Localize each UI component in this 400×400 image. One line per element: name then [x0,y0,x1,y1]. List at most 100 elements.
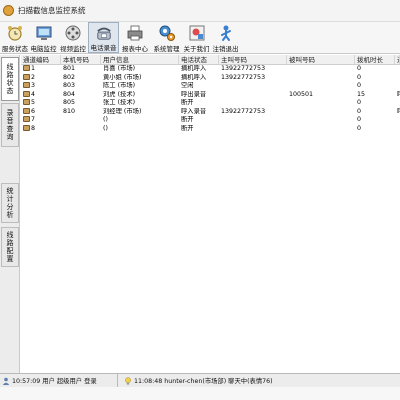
table-cell [287,82,355,91]
phone-line-icon [23,116,30,122]
tab-line-status[interactable]: 线路状态 [1,57,19,101]
monitor-icon [36,26,51,40]
table-cell: 刘经理 (市场) [103,107,142,115]
video-monitor-button[interactable]: 视频监控 [59,22,87,53]
col-header[interactable]: 主叫号码 [219,55,287,64]
table-row[interactable]: 7 () 断开 0 [21,116,400,125]
table-cell: 13922772753 [221,65,266,72]
table-cell: 陈工 (市场) [103,82,136,89]
table-cell: 0 [357,73,362,81]
app-logo-icon [3,5,14,16]
gear-icon [159,25,175,41]
table-cell [219,91,287,100]
col-header[interactable]: 拨机时长 [355,55,395,64]
table-cell: 刘虎 (技术) [103,90,136,98]
table-row[interactable]: 5 805 张工 (技术) 断开 0 [21,99,400,108]
table-row[interactable]: 8 () 断开 0 [21,124,400,134]
table-cell [219,82,287,91]
table-cell: 804 [63,90,76,98]
table-cell: () [103,124,108,132]
table-cell: 空闲 [181,82,194,89]
table-cell: 1 [21,65,61,74]
col-header[interactable]: 本机号码 [61,55,101,64]
table-cell: 810 [63,107,76,115]
status-login-text: 10:57:09 用户 超级用户 登录 [12,378,97,385]
camera-film-icon [65,25,81,41]
bottom-strip [0,387,400,400]
col-header[interactable]: 用户信息 [101,55,179,64]
table-row[interactable]: 4804 刘虎 (技术) 呼出录音 100501 15 呼 [21,90,400,100]
pc-monitor-button[interactable]: 电脑监控 [29,22,58,53]
table-cell [287,74,355,83]
table-cell [61,125,101,134]
table-cell: 呼入录音 [181,107,207,115]
table-cell: 0 [357,107,362,115]
table-cell [219,125,287,134]
table-cell: 0 [357,82,362,89]
alarm-clock-icon [8,26,22,41]
table-cell: 100501 [289,90,314,98]
logout-exit-button[interactable]: 注销退出 [211,22,240,53]
table-cell: 3 [21,82,61,91]
table-cell: 断开 [181,116,194,123]
table-cell: 803 [63,82,76,89]
table-cell: 呼 [395,108,400,117]
col-header[interactable]: 电话状态 [179,55,219,64]
table-cell: 802 [63,73,76,81]
table-cell [61,116,101,125]
status-chat-text: 11:08:48 hunter-chen(市场部) 聊天中(表情76) [134,378,273,385]
table-cell: 摘机呼入 [181,73,207,81]
table-cell: 断开 [181,124,194,132]
table-cell: 张工 (技术) [103,99,136,106]
phone-line-icon [23,73,30,80]
table-cell: 黄小姐 (市场) [103,73,142,81]
table-cell: 呼 [395,91,400,100]
phone-recording-button[interactable]: 电话录音 [88,22,119,53]
table-cell [287,108,355,117]
table-cell: 肖喜 (市场) [103,65,136,72]
status-bar: 10:57:09 用户 超级用户 登录 11:08:48 hunter-chen… [0,373,400,388]
tab-recording-query[interactable]: 录音查询 [1,103,19,147]
system-management-button[interactable]: 系统管理 [151,22,182,53]
phone-line-icon [23,99,30,105]
table-row[interactable]: 2 802 黄小姐 (市场) 摘机呼入 13922772753 0 [21,73,400,83]
table-cell [395,74,400,83]
left-sidebar: 线路状态 录音查询 统计分析 线路配置 [0,55,20,373]
about-icon [189,25,204,41]
table-cell: 4 [21,90,61,100]
table-row[interactable]: 6810 刘经理 (市场) 呼入录音 13922772753 0 呼 [21,107,400,117]
table-body: 1 801 肖喜 (市场) 摘机呼入 13922772753 0 2 802 黄小姐 (市场) 摘… [21,65,400,133]
phone-line-icon [23,82,30,88]
table-cell: 8 [21,124,61,134]
table-cell [395,125,400,134]
table-cell: 13922772753 [221,107,266,115]
table-cell: () [103,116,108,123]
table-row[interactable]: 3 803 陈工 (市场) 空闲 0 [21,82,400,91]
service-status-button[interactable]: 服务状态 [2,22,28,53]
tab-line-config[interactable]: 线路配置 [1,227,19,267]
col-header[interactable]: 通 [395,55,400,64]
about-us-button[interactable]: 关于我们 [183,22,210,53]
exit-person-icon [220,25,231,41]
table-cell [395,116,400,125]
table-cell: 0 [357,65,362,72]
col-header[interactable]: 通道编码 [21,55,61,64]
phone-line-icon [23,124,30,131]
table-cell [219,116,287,125]
tab-statistics[interactable]: 统计分析 [1,183,19,223]
table-cell [287,125,355,134]
table-row[interactable]: 1 801 肖喜 (市场) 摘机呼入 13922772753 0 [21,65,400,74]
table-cell: 0 [357,124,362,132]
table-cell: 呼出录音 [181,90,207,98]
table-cell [287,65,355,74]
phone-line-icon [23,65,30,71]
phone-line-icon [23,90,30,97]
lightbulb-icon [125,376,131,385]
col-header[interactable]: 被叫号码 [287,55,355,64]
table-cell: 801 [63,65,76,72]
main-toolbar: 服务状态 电脑监控 视频监控 电话录音 报表中心 系统管理 关于我们 注销退出 [0,22,400,54]
window-title: 扫描截信息监控系统 [18,6,86,15]
table-cell: 6 [21,107,61,117]
report-center-button[interactable]: 报表中心 [120,22,150,53]
table-cell [219,99,287,108]
